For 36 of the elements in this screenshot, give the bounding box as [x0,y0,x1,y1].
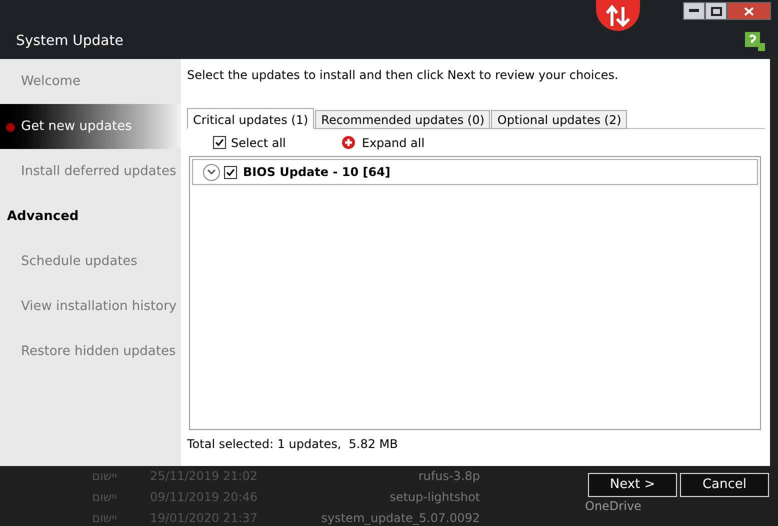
update-name: BIOS Update - 10 [64] [243,164,390,181]
sidebar-item[interactable]: Restore hidden updates [0,329,181,374]
sidebar-heading: Advanced [6,208,80,226]
maximize-icon [710,6,722,16]
minimize-button[interactable] [683,2,705,20]
tab[interactable]: Recommended updates (0) [315,110,490,129]
sidebar-item[interactable]: Install deferred updates [0,149,181,194]
help-icon[interactable] [745,32,765,52]
total-selected-text: Total selected: 1 updates, 5.82 MB [187,436,399,453]
sidebar-item[interactable]: Welcome [0,59,181,104]
instruction-text: Select the updates to install and then click Next to review your choices. [187,67,620,84]
file-name: rufus-3.8p [418,468,480,485]
plus-icon [342,136,355,149]
chevron-down-icon [207,169,216,175]
expand-toggle[interactable] [203,164,220,180]
expand-all-link[interactable]: Expand all [362,134,425,152]
close-icon [744,6,754,16]
maximize-button[interactable] [705,2,727,20]
close-button[interactable] [727,2,771,20]
tab[interactable]: Optional updates (2) [491,110,628,129]
tab[interactable]: Critical updates (1) [187,108,314,129]
checkbox[interactable] [224,166,237,178]
dialog-button[interactable]: Next > [588,473,677,497]
select-all-label: Select all [231,134,286,152]
folder-name: OneDrive [585,499,642,513]
logo-icon [596,0,640,31]
file-name: setup-lightshot [390,489,480,506]
file-name: system_update_5.07.0092 [321,510,480,526]
sidebar-item[interactable]: Schedule updates [0,239,181,284]
window-title: System Update [16,32,124,51]
checkbox[interactable] [213,136,226,149]
sidebar-item[interactable]: Get new updates [0,104,181,149]
dialog-button[interactable]: Cancel [680,473,769,497]
bullet-icon [6,123,15,132]
minimize-icon [689,9,699,13]
sidebar-item[interactable]: View installation history [0,284,181,329]
